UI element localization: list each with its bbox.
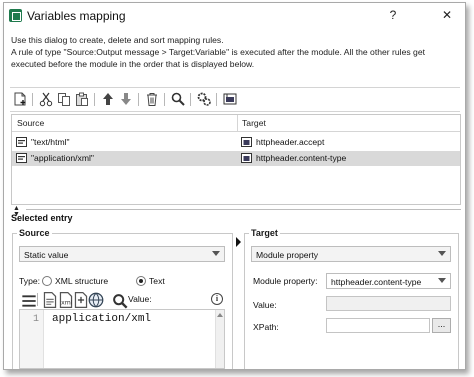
insert-document-icon[interactable] xyxy=(73,292,88,308)
static-value-icon xyxy=(16,153,27,163)
module-property-select[interactable]: httpheader.content-type xyxy=(326,273,451,289)
table-row[interactable]: "text/html" httpheader.accept xyxy=(12,135,460,150)
line-gutter: 1 xyxy=(20,310,44,368)
xml-structure-label[interactable]: XML structure xyxy=(55,276,108,286)
settings-icon[interactable] xyxy=(196,91,212,107)
info-icon[interactable]: i xyxy=(211,293,223,305)
search-icon[interactable] xyxy=(112,293,128,309)
splitter-line[interactable] xyxy=(26,209,461,210)
toolbar-separator xyxy=(216,93,217,106)
variable-icon[interactable] xyxy=(222,91,238,107)
find-icon[interactable] xyxy=(170,91,186,107)
module-property-icon xyxy=(241,153,252,163)
chevron-down-icon xyxy=(212,251,220,256)
scroll-up-icon[interactable] xyxy=(217,313,223,317)
target-value-label: Value: xyxy=(253,300,277,310)
description-line: Use this dialog to create, delete and so… xyxy=(11,35,224,45)
value-label: Value: xyxy=(128,294,152,304)
menu-icon[interactable] xyxy=(21,293,36,307)
editor-scrollbar[interactable] xyxy=(215,310,224,368)
row-source: "application/xml" xyxy=(31,153,94,163)
description-line: executed before the module in the order … xyxy=(11,59,255,69)
variables-mapping-dialog: Variables mapping ? ✕ Use this dialog to… xyxy=(3,2,466,370)
target-type-select[interactable]: Module property xyxy=(251,246,451,262)
target-value-field xyxy=(326,296,451,311)
help-button[interactable]: ? xyxy=(382,6,404,24)
move-up-icon[interactable] xyxy=(100,91,116,107)
column-header-source[interactable]: Source xyxy=(17,118,44,128)
xpath-field[interactable] xyxy=(326,318,430,333)
title-bar: Variables mapping ? ✕ xyxy=(4,3,465,29)
toolbar-separator xyxy=(190,93,191,106)
table-header: Source Target xyxy=(12,115,460,132)
source-panel-title: Source xyxy=(17,228,52,238)
svg-text:xml: xml xyxy=(61,299,73,306)
module-property-value: httpheader.content-type xyxy=(331,277,422,287)
toolbar-separator xyxy=(37,293,38,306)
selected-entry-heading: Selected entry xyxy=(11,213,73,223)
module-property-icon xyxy=(241,137,252,147)
chevron-down-icon xyxy=(438,251,446,256)
xml-structure-radio[interactable] xyxy=(42,276,52,286)
column-divider[interactable] xyxy=(237,115,238,132)
cut-icon[interactable] xyxy=(38,91,54,107)
toolbar-separator xyxy=(164,93,165,106)
line-number: 1 xyxy=(33,314,40,325)
globe-icon[interactable] xyxy=(88,292,104,308)
editor-text[interactable]: application/xml xyxy=(52,313,151,325)
mapping-rules-table[interactable]: Source Target "text/html" httpheader.acc… xyxy=(11,114,461,205)
close-button[interactable]: ✕ xyxy=(436,6,458,24)
row-target: httpheader.accept xyxy=(256,137,325,147)
module-property-label: Module property: xyxy=(253,276,318,286)
type-label: Type: xyxy=(19,276,41,286)
toolbar-separator xyxy=(32,93,33,106)
value-editor[interactable]: 1 application/xml xyxy=(19,309,225,369)
text-radio-label[interactable]: Text xyxy=(149,276,165,286)
column-header-target[interactable]: Target xyxy=(242,118,266,128)
toolbar-separator xyxy=(94,93,95,106)
move-down-icon[interactable] xyxy=(118,91,134,107)
xpath-label: XPath: xyxy=(253,322,279,332)
chevron-down-icon xyxy=(438,278,446,283)
description-line: A rule of type "Source:Output message > … xyxy=(11,47,425,57)
toolbar-separator xyxy=(138,93,139,106)
xpath-browse-button[interactable]: ... xyxy=(432,318,451,333)
source-type-select[interactable]: Static value xyxy=(19,246,225,262)
toolbar xyxy=(10,91,270,109)
new-rule-icon[interactable] xyxy=(12,91,28,107)
source-type-value: Static value xyxy=(24,250,69,260)
divider xyxy=(10,111,460,112)
target-type-value: Module property xyxy=(256,250,319,260)
delete-icon[interactable] xyxy=(144,91,160,107)
paste-icon[interactable] xyxy=(74,91,90,107)
panel-arrow-icon xyxy=(236,237,241,247)
divider xyxy=(10,87,460,88)
document-icon[interactable] xyxy=(42,292,57,308)
app-icon xyxy=(9,9,22,22)
target-panel-title: Target xyxy=(249,228,280,238)
table-row-selected[interactable]: "application/xml" httpheader.content-typ… xyxy=(12,151,460,166)
description-text: Use this dialog to create, delete and so… xyxy=(11,34,461,70)
row-source: "text/html" xyxy=(31,137,70,147)
copy-icon[interactable] xyxy=(56,91,72,107)
xml-document-icon[interactable]: xml xyxy=(58,292,73,308)
static-value-icon xyxy=(16,137,27,147)
window-title: Variables mapping xyxy=(27,9,126,23)
text-radio[interactable] xyxy=(136,276,146,286)
row-target: httpheader.content-type xyxy=(256,153,347,163)
